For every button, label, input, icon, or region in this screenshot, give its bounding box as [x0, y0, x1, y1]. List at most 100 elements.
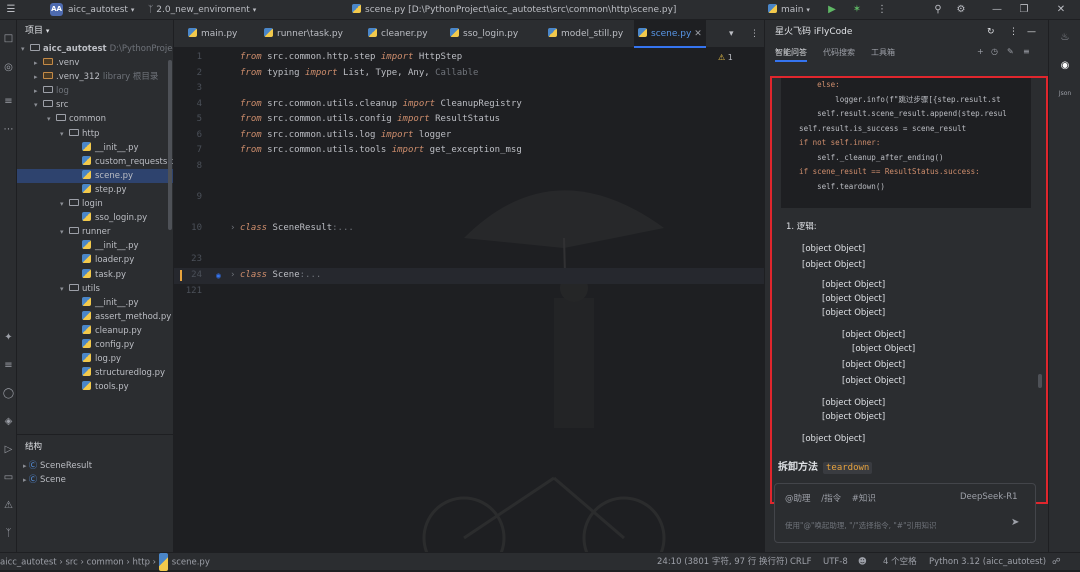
model-selector[interactable]: DeepSeek-R1 — [960, 492, 1018, 502]
tree-row[interactable]: ▾ http — [17, 127, 173, 141]
lock-icon[interactable]: ☍ — [1052, 553, 1061, 571]
tabs-overflow-icon[interactable]: ▾ — [729, 20, 734, 48]
editor-tab[interactable]: runner\task.py — [260, 20, 347, 48]
settings-icon[interactable]: ⚙ — [955, 0, 967, 20]
gutter-marker-icon[interactable]: ◉ — [216, 268, 221, 284]
problems-icon[interactable]: ⚠ — [0, 500, 17, 511]
expand-arrow-icon[interactable]: ▾ — [60, 127, 69, 141]
structure-item[interactable]: ▸ Ⓒ Scene — [17, 473, 173, 487]
breadcrumb-item[interactable]: http — [133, 558, 150, 568]
tree-row[interactable]: config.py — [17, 338, 173, 352]
new-chat-icon[interactable]: + — [977, 47, 984, 56]
assistant-tab[interactable]: 代码搜索 — [823, 47, 855, 58]
expand-arrow-icon[interactable]: ▾ — [47, 112, 56, 126]
tree-row[interactable]: __init__.py — [17, 141, 173, 155]
services-icon[interactable]: ▷ — [0, 444, 17, 455]
iflycode-icon[interactable]: ◉ — [1049, 60, 1080, 71]
cursor-position[interactable]: 24:10 (3801 字符, 97 行 换行符) — [657, 553, 788, 571]
expand-arrow-icon[interactable]: ▾ — [34, 98, 43, 112]
breadcrumb-item[interactable]: common — [87, 558, 124, 568]
panel-options-icon[interactable]: ⋮ — [1009, 20, 1018, 44]
tree-row[interactable]: structuredlog.py — [17, 366, 173, 380]
tree-row[interactable]: assert_method.py — [17, 310, 173, 324]
tree-row[interactable]: log.py — [17, 352, 173, 366]
expand-arrow-icon[interactable]: ▾ — [60, 225, 69, 239]
more-tools-icon[interactable]: ⋯ — [0, 124, 17, 135]
restore-icon[interactable]: ❐ — [1018, 0, 1030, 20]
tree-row[interactable]: ▾ login — [17, 197, 173, 211]
more-actions-icon[interactable]: ⋮ — [876, 0, 888, 20]
fold-arrow-icon[interactable]: › — [230, 221, 235, 237]
editor-tab[interactable]: cleaner.py — [364, 20, 432, 48]
commit-icon[interactable]: ◎ — [0, 62, 17, 73]
edit-icon[interactable]: ✎ — [1007, 47, 1014, 56]
expand-arrow-icon[interactable]: ▸ — [34, 70, 43, 84]
terminal-icon[interactable]: ▭ — [0, 472, 17, 483]
file-encoding[interactable]: UTF-8 — [823, 553, 848, 571]
close-tab-icon[interactable]: ✕ — [691, 29, 702, 39]
history-icon[interactable]: ◷ — [991, 47, 998, 56]
breadcrumb-item[interactable]: src — [65, 558, 77, 568]
project-tree-scrollbar[interactable] — [168, 60, 172, 230]
tree-row[interactable]: __init__.py — [17, 239, 173, 253]
notifications-icon[interactable]: ♨ — [1049, 32, 1080, 43]
indent-setting[interactable]: 4 个空格 — [883, 553, 917, 571]
expand-arrow-icon[interactable]: ▸ — [34, 56, 43, 70]
expand-arrow-icon[interactable]: ▾ — [60, 282, 69, 296]
tree-row[interactable]: ▾ aicc_autotest D:\PythonProject — [17, 42, 173, 56]
expand-arrow-icon[interactable]: ▾ — [21, 42, 30, 56]
tree-row[interactable]: custom_requests.p — [17, 155, 173, 169]
editor-tab[interactable]: main.py — [184, 20, 241, 48]
command-button[interactable]: /指令 — [821, 494, 841, 504]
response-scrollbar[interactable] — [1038, 374, 1042, 388]
send-icon[interactable]: ➤ — [1011, 517, 1019, 528]
structure-item[interactable]: ▸ Ⓒ SceneResult — [17, 459, 173, 473]
tree-row[interactable]: ▾ utils — [17, 282, 173, 296]
assistant-tab[interactable]: 智能问答 — [775, 47, 807, 62]
vcs-branch-widget[interactable]: ᛉ 2.0_new_enviroment ▾ — [148, 0, 256, 20]
expand-arrow-icon[interactable]: ▸ — [34, 84, 43, 98]
tree-row[interactable]: ▾ common — [17, 112, 173, 126]
git-icon[interactable]: ᛉ — [0, 528, 17, 539]
breadcrumb-item[interactable]: scene.py — [172, 558, 210, 568]
knowledge-button[interactable]: #知识 — [852, 494, 876, 504]
tree-row[interactable]: tools.py — [17, 380, 173, 394]
structure-icon[interactable]: ≡ — [0, 96, 17, 107]
layers-icon[interactable]: ≡ — [0, 360, 17, 371]
tree-row[interactable]: ▸ .venv — [17, 56, 173, 70]
tree-row[interactable]: ▸ log — [17, 84, 173, 98]
hide-panel-icon[interactable]: — — [1027, 20, 1036, 44]
debug-icon[interactable]: ✶ — [851, 0, 863, 20]
tree-row[interactable]: ▾ runner — [17, 225, 173, 239]
tree-row[interactable]: __init__.py — [17, 296, 173, 310]
python-console-icon[interactable]: ◯ — [0, 388, 17, 399]
code-editor[interactable]: ⚠ 1 1 from src.common.http.step import Ht… — [174, 48, 764, 552]
chat-input-box[interactable]: @助理 /指令 #知识 DeepSeek-R1 使用"@"唤起助理, "/"选择… — [774, 483, 1036, 543]
breadcrumb-item[interactable]: aicc_autotest — [0, 558, 57, 568]
project-panel-title[interactable]: 项目 — [25, 26, 43, 36]
packages-icon[interactable]: ◈ — [0, 416, 17, 427]
close-icon[interactable]: ✕ — [1054, 0, 1068, 20]
refresh-icon[interactable]: ↻ — [987, 20, 995, 44]
line-ending[interactable]: CRLF — [790, 553, 811, 571]
assistant-mention-button[interactable]: @助理 — [785, 494, 811, 504]
tree-row[interactable]: sso_login.py — [17, 211, 173, 225]
fold-arrow-icon[interactable]: › — [230, 268, 235, 284]
main-menu-icon[interactable]: ☰ — [4, 0, 18, 20]
folder-icon[interactable]: □ — [0, 33, 17, 44]
expand-arrow-icon[interactable]: ▾ — [60, 197, 69, 211]
chat-input-placeholder[interactable]: 使用"@"唤起助理, "/"选择指令, "#"引用知识 — [785, 520, 937, 531]
tree-row[interactable]: step.py — [17, 183, 173, 197]
search-icon[interactable]: ⚲ — [932, 0, 944, 20]
tree-row[interactable]: scene.py — [17, 168, 173, 183]
json-icon[interactable]: Json — [1049, 90, 1080, 97]
run-icon[interactable]: ▶ — [826, 0, 838, 20]
tabs-more-icon[interactable]: ⋮ — [750, 20, 759, 48]
python-interpreter[interactable]: Python 3.12 (aicc_autotest) — [929, 553, 1046, 571]
editor-tab[interactable]: model_still.py — [544, 20, 627, 48]
assistant-status-icon[interactable]: ☻ — [858, 553, 867, 571]
run-branch-widget[interactable]: main ▾ — [768, 0, 810, 20]
editor-tab[interactable]: scene.py ✕ — [634, 20, 706, 48]
minimize-icon[interactable]: — — [990, 0, 1004, 20]
list-icon[interactable]: ≡ — [1023, 47, 1030, 56]
